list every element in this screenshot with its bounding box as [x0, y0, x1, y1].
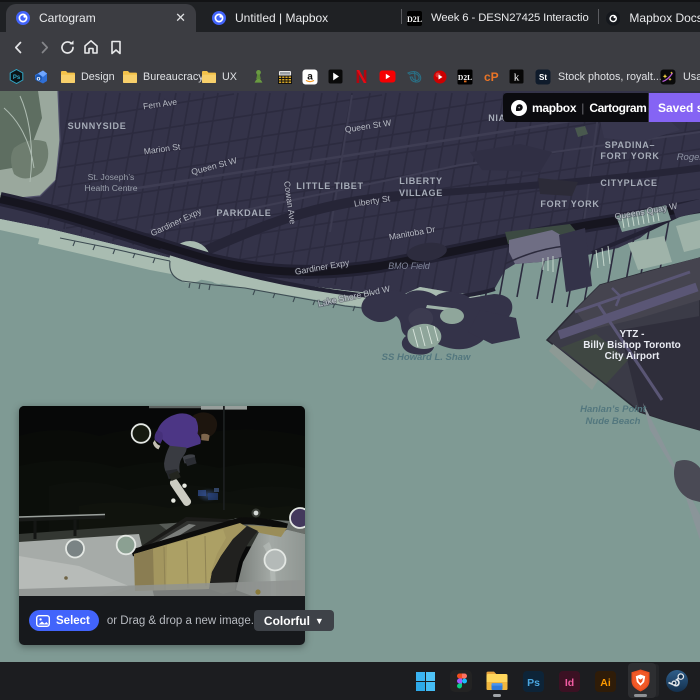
svg-text:FORT YORK: FORT YORK	[540, 199, 599, 209]
svg-text:k: k	[514, 72, 520, 84]
svg-text:St: St	[539, 73, 547, 82]
svg-text:YTZ -: YTZ -	[620, 329, 645, 340]
svg-text:CITYPLACE: CITYPLACE	[600, 178, 657, 188]
svg-text:Ai: Ai	[600, 676, 611, 688]
svg-text:Id: Id	[564, 676, 573, 688]
svg-text:LIBERTY: LIBERTY	[399, 176, 442, 186]
svg-text:D2L: D2L	[407, 15, 422, 24]
svg-text:SUNNYSIDE: SUNNYSIDE	[68, 121, 127, 131]
svg-text:Health Centre: Health Centre	[84, 183, 137, 193]
svg-text:Ps: Ps	[13, 75, 21, 81]
svg-text:BMO Field: BMO Field	[388, 261, 431, 271]
svg-text:FORT YORK: FORT YORK	[600, 151, 659, 161]
svg-text:SS Howard L. Shaw: SS Howard L. Shaw	[382, 352, 471, 363]
svg-text:City Airport: City Airport	[605, 351, 660, 362]
svg-text:SPADINA–: SPADINA–	[605, 140, 655, 150]
svg-text:VILLAGE: VILLAGE	[399, 188, 443, 198]
svg-text:PARKDALE: PARKDALE	[217, 208, 272, 218]
svg-text:Billy Bishop Toronto: Billy Bishop Toronto	[583, 340, 681, 351]
svg-text:o: o	[37, 75, 41, 82]
svg-text:Ps: Ps	[527, 676, 540, 688]
svg-text:Rogers: Rogers	[677, 152, 700, 163]
svg-text:St. Joseph’s: St. Joseph’s	[88, 172, 135, 182]
svg-text:Nude Beach: Nude Beach	[586, 416, 641, 427]
svg-text:cP: cP	[484, 70, 499, 83]
svg-text:Hanlan’s Point: Hanlan’s Point	[580, 404, 647, 415]
svg-text:LITTLE TIBET: LITTLE TIBET	[296, 181, 363, 191]
